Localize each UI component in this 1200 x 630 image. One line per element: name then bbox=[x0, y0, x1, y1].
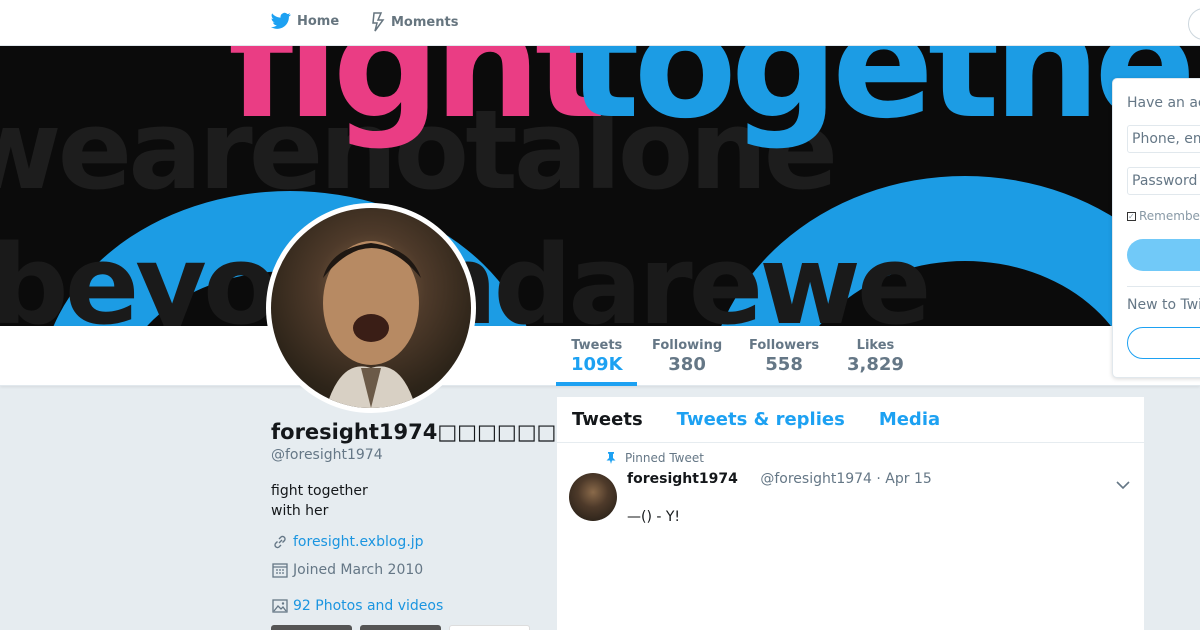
nav-home[interactable]: Home bbox=[271, 12, 339, 30]
bio-line: with her bbox=[271, 503, 329, 519]
active-tab-underline bbox=[556, 382, 637, 386]
pinned-label: Pinned Tweet bbox=[625, 451, 704, 465]
signup-button[interactable] bbox=[1127, 327, 1200, 359]
tweet-more-button[interactable] bbox=[1116, 475, 1130, 494]
profile-photos-link[interactable]: 92 Photos and videos bbox=[293, 598, 443, 614]
timeline-tabs: Tweets Tweets & replies Media bbox=[557, 397, 1144, 443]
profile-name[interactable]: foresight1974□□□□□□□ bbox=[271, 420, 576, 444]
lightning-bolt-icon bbox=[372, 12, 385, 32]
nav-search-edge[interactable] bbox=[1188, 8, 1200, 40]
stat-following[interactable]: Following 380 bbox=[652, 338, 722, 375]
tweet-author-meta[interactable]: @foresight1974 · Apr 15 bbox=[760, 471, 931, 487]
chevron-down-icon bbox=[1116, 481, 1130, 490]
profile-banner: wearenotalone beyouandarewe fight togeth… bbox=[0, 46, 1200, 326]
pin-icon bbox=[606, 452, 616, 464]
stat-tweets[interactable]: Tweets 109K bbox=[571, 338, 623, 375]
login-dropdown: Have an ac Phone, em Password ✓ Remembe … bbox=[1112, 78, 1200, 378]
stat-value: 109K bbox=[571, 354, 623, 375]
tab-tweets-and-replies[interactable]: Tweets & replies bbox=[677, 409, 845, 430]
profile-joined: Joined March 2010 bbox=[293, 562, 424, 578]
login-divider bbox=[1127, 286, 1200, 287]
photo-thumbnails bbox=[271, 625, 530, 630]
login-password-input[interactable]: Password bbox=[1127, 167, 1200, 195]
stat-value: 3,829 bbox=[847, 354, 904, 375]
image-icon bbox=[272, 599, 288, 613]
tweet-timeline: Tweets Tweets & replies Media Pinned Twe… bbox=[557, 397, 1144, 630]
profile-card: foresight1974□□□□□□□ @foresight1974 figh… bbox=[271, 420, 576, 615]
photo-thumbnail[interactable] bbox=[449, 625, 530, 630]
stat-label: Following bbox=[652, 338, 723, 353]
calendar-icon bbox=[272, 563, 288, 578]
tweet-text: —() - Y! bbox=[627, 509, 681, 525]
avatar-image bbox=[271, 208, 471, 408]
tweet-author-name[interactable]: foresight1974 bbox=[627, 471, 738, 487]
profile-website-row: foresight.exblog.jp bbox=[271, 533, 551, 551]
tweet-avatar[interactable] bbox=[569, 473, 617, 521]
profile-website-link[interactable]: foresight.exblog.jp bbox=[293, 534, 424, 550]
stat-label: Likes bbox=[856, 338, 895, 353]
photo-thumbnail[interactable] bbox=[360, 625, 441, 630]
pinned-indicator: Pinned Tweet bbox=[605, 451, 704, 465]
stat-label: Tweets bbox=[571, 338, 623, 353]
avatar-face-shape bbox=[323, 241, 421, 408]
tab-media[interactable]: Media bbox=[879, 409, 940, 430]
remember-me-row[interactable]: ✓ Remembe bbox=[1127, 209, 1200, 223]
stat-likes[interactable]: Likes 3,829 bbox=[847, 338, 904, 375]
top-nav: Home Moments bbox=[0, 0, 1200, 46]
photo-thumbnail[interactable] bbox=[271, 625, 352, 630]
profile-avatar[interactable] bbox=[266, 203, 476, 413]
banner-text-together: together bbox=[568, 46, 1200, 152]
stat-value: 380 bbox=[668, 354, 706, 375]
nav-moments-label: Moments bbox=[391, 14, 459, 30]
nav-moments[interactable]: Moments bbox=[371, 12, 458, 32]
profile-joined-row: Joined March 2010 bbox=[271, 561, 551, 579]
stat-label: Followers bbox=[749, 338, 820, 353]
nav-home-label: Home bbox=[297, 13, 340, 29]
profile-bio: fight together with her bbox=[271, 481, 551, 521]
link-icon bbox=[274, 535, 286, 549]
new-to-twitter-text: New to Twi bbox=[1127, 297, 1200, 313]
remember-me-label: Remembe bbox=[1139, 209, 1200, 223]
profile-stats-bar: Tweets 109K Following 380 Followers 558 … bbox=[0, 326, 1200, 386]
stat-followers[interactable]: Followers 558 bbox=[749, 338, 819, 375]
login-phone-input[interactable]: Phone, em bbox=[1127, 125, 1200, 153]
twitter-bird-icon bbox=[271, 12, 291, 29]
banner-text-fight: fight bbox=[228, 46, 607, 152]
pinned-tweet[interactable]: Pinned Tweet foresight1974 @foresight197… bbox=[557, 443, 1144, 630]
tweet-header: foresight1974 @foresight1974 · Apr 15 bbox=[627, 471, 932, 487]
stat-value: 558 bbox=[765, 354, 803, 375]
tab-tweets[interactable]: Tweets bbox=[572, 409, 643, 430]
profile-handle[interactable]: @foresight1974 bbox=[271, 447, 551, 463]
login-title: Have an ac bbox=[1127, 95, 1200, 111]
profile-photos-row: 92 Photos and videos bbox=[271, 597, 551, 615]
remember-me-checkbox[interactable]: ✓ bbox=[1127, 211, 1136, 221]
login-button[interactable] bbox=[1127, 239, 1200, 271]
bio-line: fight together bbox=[271, 483, 368, 499]
